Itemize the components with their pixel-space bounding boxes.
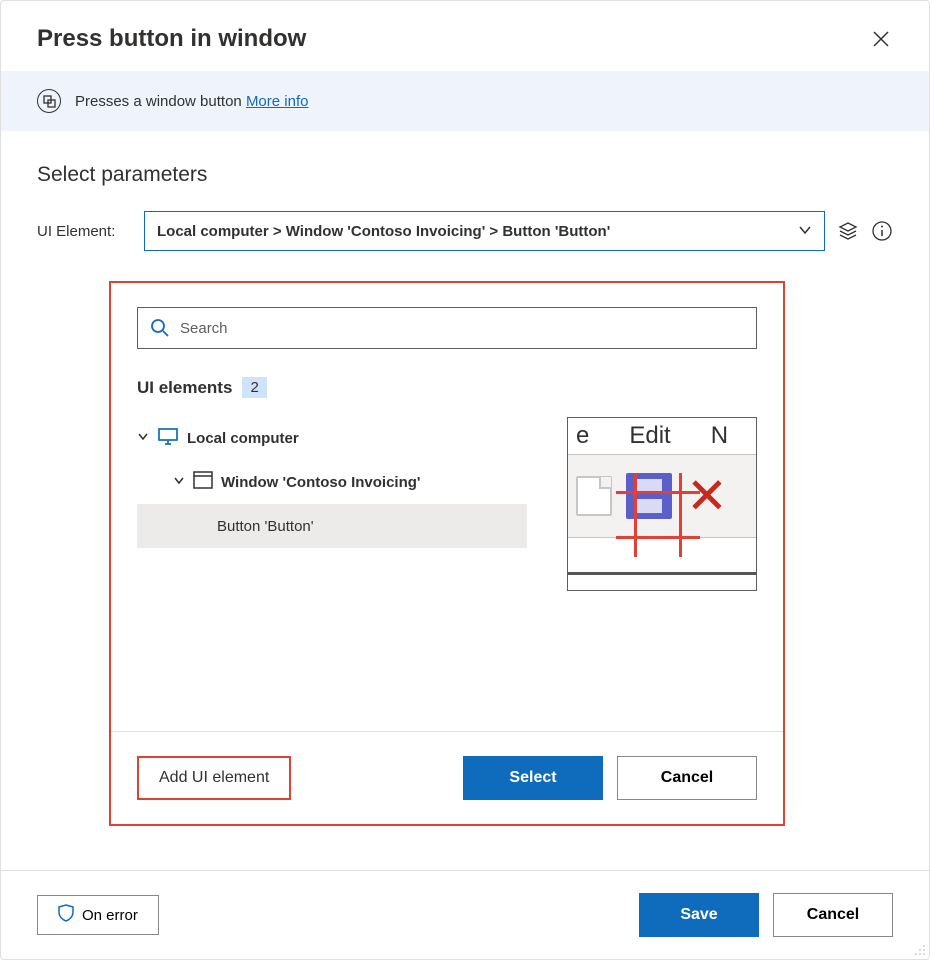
search-box[interactable] xyxy=(137,307,757,349)
search-input[interactable] xyxy=(180,320,744,337)
dialog-footer-right: Save Cancel xyxy=(639,893,893,937)
popup-body: UI elements 2 Local computer Window 'Con… xyxy=(111,283,783,732)
more-info-link[interactable]: More info xyxy=(246,93,309,110)
dropdown-value: Local computer > Window 'Contoso Invoici… xyxy=(157,223,610,240)
select-button[interactable]: Select xyxy=(463,756,603,800)
preview-menubar: e Edit N xyxy=(568,418,757,454)
param-row-ui-element: UI Element: Local computer > Window 'Con… xyxy=(37,211,893,251)
elements-tree: Local computer Window 'Contoso Invoicing… xyxy=(137,416,527,548)
on-error-button[interactable]: On error xyxy=(37,895,159,935)
cancel-button[interactable]: Cancel xyxy=(617,756,757,800)
resize-grip-icon[interactable] xyxy=(912,942,926,956)
popup-footer-right: Select Cancel xyxy=(463,756,757,800)
info-icon[interactable] xyxy=(871,220,893,242)
add-ui-element-button[interactable]: Add UI element xyxy=(137,756,291,800)
tree-node-local-computer[interactable]: Local computer xyxy=(137,416,527,460)
preview-toolbar: ✕ xyxy=(568,454,757,538)
close-icon xyxy=(872,30,890,48)
chevron-down-icon xyxy=(798,223,812,240)
search-icon xyxy=(150,318,170,338)
dialog-press-button-in-window: Press button in window Presses a window … xyxy=(0,0,930,960)
tree-label: Button 'Button' xyxy=(217,518,314,535)
info-description: Presses a window button xyxy=(75,93,246,110)
action-icon xyxy=(37,89,61,113)
parameters-section: Select parameters UI Element: Local comp… xyxy=(1,131,929,251)
preview-divider xyxy=(568,572,757,575)
on-error-label: On error xyxy=(82,907,138,924)
computer-icon xyxy=(157,425,179,451)
elements-title: UI elements xyxy=(137,378,232,398)
tree-label: Local computer xyxy=(187,430,299,447)
save-disk-icon xyxy=(626,473,672,519)
dialog-title: Press button in window xyxy=(37,25,306,53)
preview-menu-edit: Edit xyxy=(629,422,670,450)
cancel-button[interactable]: Cancel xyxy=(773,893,893,937)
shield-icon xyxy=(58,904,74,926)
info-bar: Presses a window button More info xyxy=(1,71,929,131)
ui-element-picker-popup: UI elements 2 Local computer Window 'Con… xyxy=(109,281,785,826)
param-label: UI Element: xyxy=(37,223,132,240)
section-title: Select parameters xyxy=(37,163,893,187)
elements-header: UI elements 2 xyxy=(137,377,757,398)
chevron-down-icon xyxy=(137,430,149,447)
layers-icon[interactable] xyxy=(837,220,859,242)
close-button[interactable] xyxy=(869,27,893,51)
tree-node-window[interactable]: Window 'Contoso Invoicing' xyxy=(137,460,527,504)
chevron-down-icon xyxy=(173,474,185,491)
elements-count-badge: 2 xyxy=(242,377,266,398)
popup-footer: Add UI element Select Cancel xyxy=(111,732,783,824)
ui-element-dropdown[interactable]: Local computer > Window 'Contoso Invoici… xyxy=(144,211,825,251)
preview-menu-fragment: e xyxy=(576,422,589,450)
delete-x-icon: ✕ xyxy=(686,471,728,521)
dialog-header: Press button in window xyxy=(1,1,929,71)
element-preview: e Edit N ✕ xyxy=(567,417,757,591)
window-icon xyxy=(193,471,213,493)
preview-content: e Edit N ✕ xyxy=(568,418,757,575)
save-button[interactable]: Save xyxy=(639,893,759,937)
info-bar-text: Presses a window button More info xyxy=(75,93,308,110)
dialog-footer: On error Save Cancel xyxy=(1,870,929,959)
tree-label: Window 'Contoso Invoicing' xyxy=(221,474,420,491)
tree-node-button-selected[interactable]: Button 'Button' xyxy=(137,504,527,548)
preview-menu-fragment: N xyxy=(711,422,728,450)
document-icon xyxy=(576,476,612,516)
